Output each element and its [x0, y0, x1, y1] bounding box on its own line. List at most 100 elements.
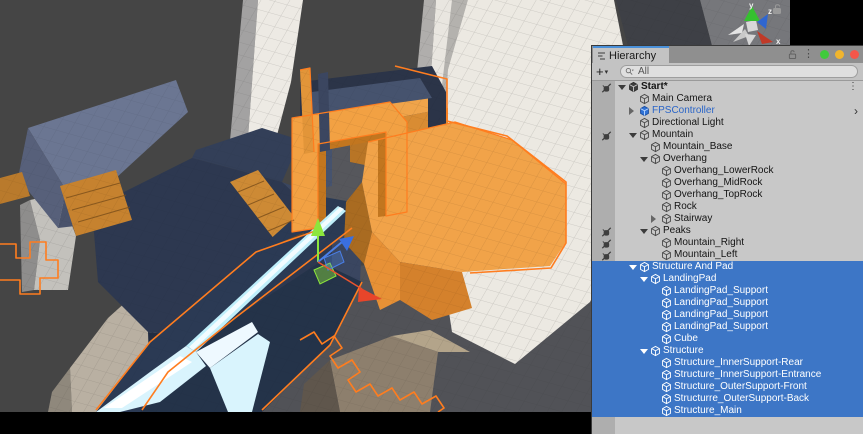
search-filter-label: All	[638, 66, 649, 77]
pickability-off-icon[interactable]	[601, 129, 613, 141]
tree-row[interactable]: Overhang	[592, 153, 863, 165]
tree-row[interactable]: Overhang_MidRock	[592, 177, 863, 189]
prefab-open-chevron[interactable]: ›	[854, 105, 858, 117]
tree-row[interactable]: Mountain_Right	[592, 237, 863, 249]
row-label: Overhang	[663, 153, 707, 165]
window-control-green[interactable]	[820, 50, 829, 59]
cube-icon	[661, 237, 673, 249]
tree-row[interactable]: Structure_OuterSupport-Front	[592, 381, 863, 393]
expand-arrow-down[interactable]	[640, 157, 648, 162]
tree-row[interactable]: Stairway	[592, 213, 863, 225]
cube-icon	[639, 93, 651, 105]
tree-row[interactable]: Structurre_OuterSupport-Back	[592, 393, 863, 405]
tree-row[interactable]: Main Camera	[592, 93, 863, 105]
row-label: Structure_Main	[674, 405, 742, 417]
pickability-off-icon[interactable]	[601, 225, 613, 237]
create-object-button[interactable]: + ▾	[596, 64, 608, 79]
pickability-off-icon[interactable]	[601, 249, 613, 261]
tree-row[interactable]: Mountain_Left	[592, 249, 863, 261]
row-kebab-icon[interactable]: ⋮	[848, 81, 858, 93]
expand-arrow-down[interactable]	[640, 277, 648, 282]
tree-row[interactable]: Mountain_Base	[592, 141, 863, 153]
cube-icon	[639, 129, 651, 141]
row-label: FPSController	[652, 105, 715, 117]
tree-row[interactable]: Structure_InnerSupport-Rear	[592, 357, 863, 369]
expand-arrow-down[interactable]	[629, 265, 637, 270]
pickability-off-icon[interactable]	[601, 81, 613, 93]
cube-icon	[661, 165, 673, 177]
cube-icon	[661, 333, 673, 345]
hierarchy-tab-label: Hierarchy	[609, 50, 656, 62]
cube-icon	[639, 117, 651, 129]
tree-row[interactable]: Mountain	[592, 129, 863, 141]
cube-icon	[661, 357, 673, 369]
expand-arrow-down[interactable]	[640, 229, 648, 234]
row-label: Mountain	[652, 129, 693, 141]
cube-icon	[650, 345, 662, 357]
cube-icon	[661, 213, 673, 225]
cube-icon	[650, 141, 662, 153]
tree-row[interactable]: LandingPad_Support	[592, 321, 863, 333]
tree-row[interactable]: Overhang_TopRock	[592, 189, 863, 201]
row-label: Cube	[674, 333, 698, 345]
search-icon	[625, 67, 636, 76]
tree-row[interactable]: LandingPad_Support	[592, 297, 863, 309]
tree-row[interactable]: Overhang_LowerRock	[592, 165, 863, 177]
row-label: Peaks	[663, 225, 691, 237]
tree-row[interactable]: FPSController ›	[592, 105, 863, 117]
row-label: Mountain_Right	[674, 237, 744, 249]
lock-icon[interactable]	[788, 49, 797, 60]
expand-arrow-down[interactable]	[629, 133, 637, 138]
window-control-red[interactable]	[850, 50, 859, 59]
tree-row[interactable]: Start*⋮	[592, 81, 863, 93]
hierarchy-tree[interactable]: Start*⋮Main CameraFPSController › Directio…	[592, 81, 863, 434]
cube-icon	[650, 153, 662, 165]
cube-icon	[661, 249, 673, 261]
row-label: Directional Light	[652, 117, 724, 129]
cube-icon	[650, 225, 662, 237]
tree-row[interactable]: LandingPad_Support	[592, 309, 863, 321]
create-object-label: +	[596, 64, 604, 79]
row-label: Structure_InnerSupport-Entrance	[674, 369, 821, 381]
cube-icon	[661, 201, 673, 213]
hierarchy-tab[interactable]: Hierarchy	[593, 46, 669, 63]
row-label: Structure_InnerSupport-Rear	[674, 357, 803, 369]
row-label: Mountain_Base	[663, 141, 733, 153]
tree-row[interactable]: Structure And Pad	[592, 261, 863, 273]
tree-row[interactable]: Cube	[592, 333, 863, 345]
row-label: Rock	[674, 201, 697, 213]
expand-arrow-down[interactable]	[618, 85, 626, 90]
tree-row[interactable]: Structure_Main	[592, 405, 863, 417]
cube-icon	[661, 297, 673, 309]
row-label: LandingPad_Support	[674, 309, 768, 321]
tree-row[interactable]: Peaks	[592, 225, 863, 237]
expand-arrow-right[interactable]	[629, 107, 634, 115]
prefab-icon	[639, 105, 651, 117]
row-label: Structure_OuterSupport-Front	[674, 381, 807, 393]
pickability-off-icon[interactable]	[601, 237, 613, 249]
tree-row[interactable]: Structure_InnerSupport-Entrance	[592, 369, 863, 381]
window-control-yellow[interactable]	[835, 50, 844, 59]
hierarchy-toolbar: + ▾ All	[592, 63, 863, 81]
tree-row[interactable]: Structure	[592, 345, 863, 357]
tree-row[interactable]: Directional Light	[592, 117, 863, 129]
row-label: LandingPad_Support	[674, 321, 768, 333]
cube-icon	[661, 405, 673, 417]
create-dropdown-caret: ▾	[605, 68, 609, 76]
tree-row[interactable]: LandingPad	[592, 273, 863, 285]
row-label: LandingPad_Support	[674, 297, 768, 309]
scene-icon	[628, 81, 640, 93]
expand-arrow-right[interactable]	[651, 215, 656, 223]
panel-menu-icon[interactable]: ⋮	[803, 49, 814, 60]
row-label: Structure And Pad	[652, 261, 733, 273]
tree-row[interactable]: Rock	[592, 201, 863, 213]
row-label: Mountain_Left	[674, 249, 737, 261]
expand-arrow-down[interactable]	[640, 349, 648, 354]
tree-row[interactable]: LandingPad_Support	[592, 285, 863, 297]
cube-icon	[661, 369, 673, 381]
search-input[interactable]: All	[620, 65, 858, 78]
axis-label-z: z	[768, 7, 772, 16]
cube-icon	[661, 393, 673, 405]
cube-icon	[661, 321, 673, 333]
row-label: LandingPad	[663, 273, 716, 285]
